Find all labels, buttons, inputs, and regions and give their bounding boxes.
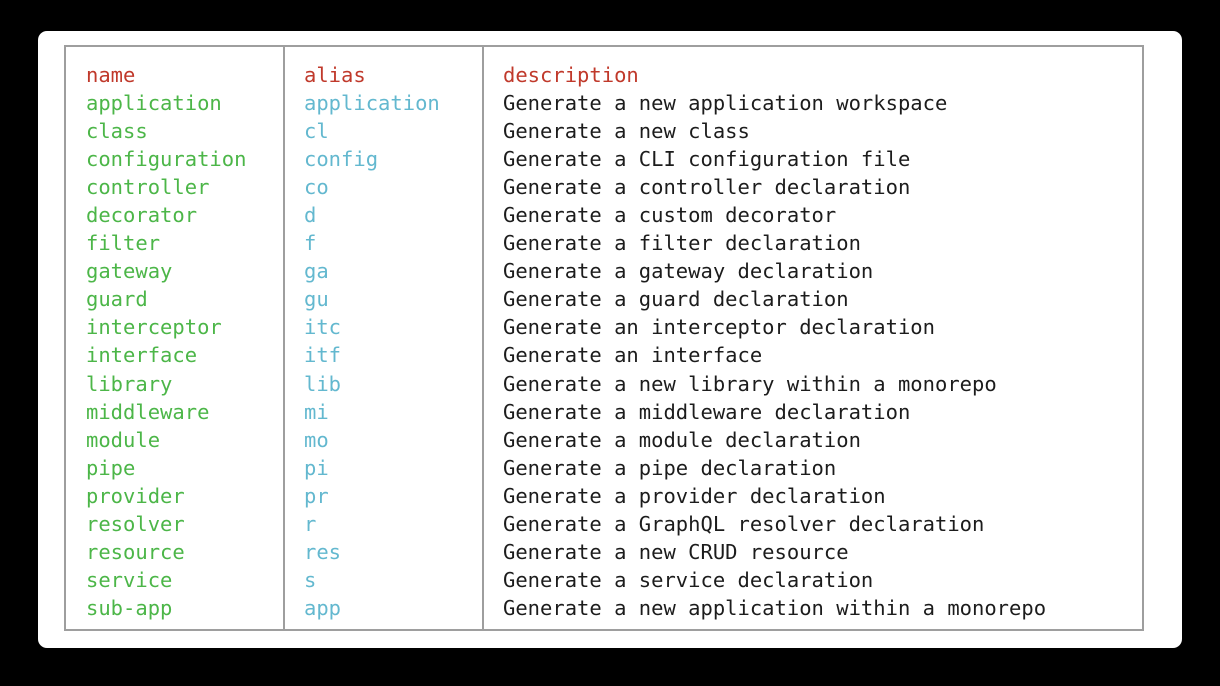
table-row: filter <box>86 231 161 256</box>
table-row: Generate an interface <box>503 343 763 368</box>
table-row: ga <box>304 259 329 284</box>
table-row: app <box>304 595 342 620</box>
table-row: Generate a middleware declaration <box>503 399 911 424</box>
table-row: class <box>86 119 148 144</box>
table-row: Generate a provider declaration <box>503 483 886 508</box>
content-card: name application class configuration contro… <box>38 31 1182 648</box>
table-row: gateway <box>86 259 173 284</box>
table-row: Generate a module declaration <box>503 427 861 452</box>
table-row: Generate an interceptor declaration <box>503 315 935 340</box>
table-row: Generate a filter declaration <box>503 231 861 256</box>
table-row: itf <box>304 343 342 368</box>
table-row: Generate a new application within a mono… <box>503 595 1047 620</box>
table-row: interface <box>86 343 198 368</box>
screen-root: name application class configuration contro… <box>0 0 1220 686</box>
column-name-cells: application class configuration controller d… <box>86 89 283 622</box>
column-header-description: description <box>503 63 639 87</box>
table-row: Generate a CLI configuration file <box>503 147 911 172</box>
table-row: r <box>304 511 317 536</box>
table-row: decorator <box>86 203 198 228</box>
table-row: f <box>304 231 317 256</box>
table-row: gu <box>304 287 329 312</box>
table-row: controller <box>86 175 210 200</box>
table-row: application <box>86 91 222 116</box>
table-row: res <box>304 539 342 564</box>
table-row: lib <box>304 371 342 396</box>
table-row: application <box>304 91 440 116</box>
table-row: provider <box>86 483 185 508</box>
table-row: itc <box>304 315 342 340</box>
table-row: Generate a pipe declaration <box>503 455 837 480</box>
table-row: co <box>304 175 329 200</box>
table-row: resource <box>86 539 185 564</box>
column-header-alias: alias <box>304 63 366 87</box>
column-description-cells: Generate a new application workspace Gene… <box>503 89 1142 622</box>
table-row: d <box>304 203 317 228</box>
table-row: middleware <box>86 399 210 424</box>
table-row: library <box>86 371 173 396</box>
table-row: config <box>304 147 379 172</box>
table-row: configuration <box>86 147 247 172</box>
schematics-table: name application class configuration contro… <box>64 45 1144 631</box>
table-row: Generate a gateway declaration <box>503 259 874 284</box>
table-row: sub-app <box>86 595 173 620</box>
table-row: Generate a guard declaration <box>503 287 849 312</box>
table-row: pr <box>304 483 329 508</box>
table-row: Generate a GraphQL resolver declaration <box>503 511 985 536</box>
column-name: name application class configuration contro… <box>66 47 285 629</box>
column-alias-cells: application cl config co d f ga gu itc itf lib mi mo… <box>304 89 482 622</box>
table-row: Generate a new CRUD resource <box>503 539 849 564</box>
table-row: pipe <box>86 455 136 480</box>
table-row: mi <box>304 399 329 424</box>
table-row: Generate a new application workspace <box>503 91 948 116</box>
table-row: Generate a new library within a monorepo <box>503 371 997 396</box>
table-row: interceptor <box>86 315 222 340</box>
table-row: Generate a service declaration <box>503 567 874 592</box>
column-alias: alias application cl config co d f ga gu itc itf l… <box>285 47 484 629</box>
table-row: pi <box>304 455 329 480</box>
table-row: cl <box>304 119 329 144</box>
table-row: service <box>86 567 173 592</box>
table-row: module <box>86 427 161 452</box>
table-row: Generate a new class <box>503 119 750 144</box>
table-row: resolver <box>86 511 185 536</box>
column-description: description Generate a new application w… <box>484 47 1142 629</box>
column-header-name: name <box>86 63 136 87</box>
table-row: Generate a controller declaration <box>503 175 911 200</box>
table-row: guard <box>86 287 148 312</box>
table-row: mo <box>304 427 329 452</box>
table-row: s <box>304 567 317 592</box>
table-row: Generate a custom decorator <box>503 203 837 228</box>
